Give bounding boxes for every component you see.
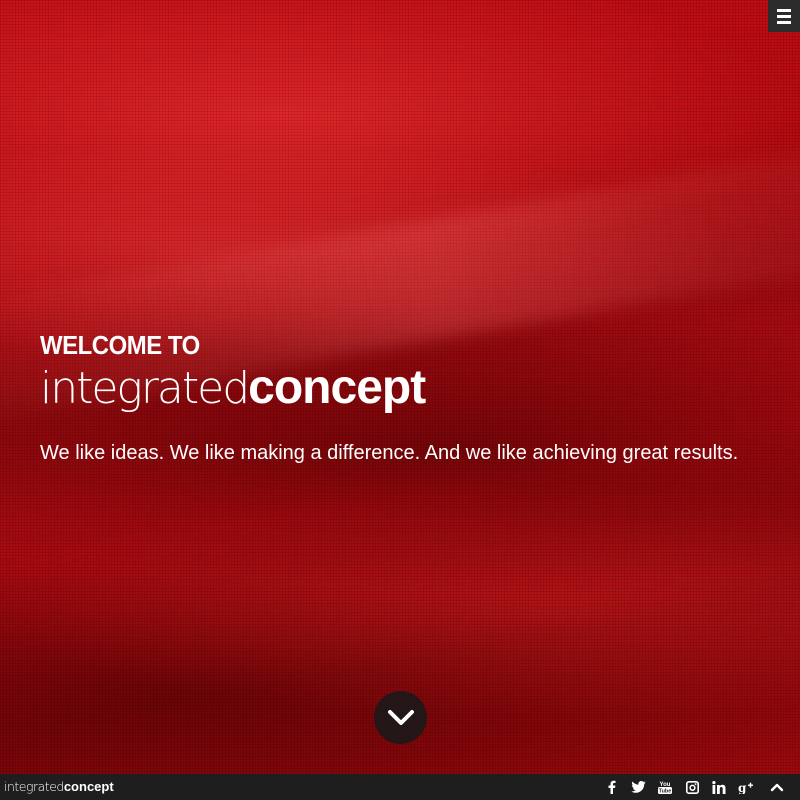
menu-line bbox=[777, 14, 791, 18]
hamburger-menu-icon[interactable] bbox=[768, 0, 800, 32]
hero-brand-bold: concept bbox=[248, 361, 426, 414]
hero-content: WELCOME TO integratedconcept We like ide… bbox=[40, 330, 770, 465]
google-plus-icon[interactable]: g bbox=[734, 774, 758, 800]
youtube-glyph: You Tube bbox=[658, 782, 672, 795]
facebook-icon[interactable] bbox=[599, 774, 623, 800]
twitter-icon[interactable] bbox=[626, 774, 650, 800]
linkedin-glyph bbox=[712, 780, 726, 794]
footer-logo[interactable]: integratedconcept bbox=[0, 774, 114, 800]
welcome-heading: WELCOME TO bbox=[40, 330, 200, 360]
hero-brand-light: integrated bbox=[40, 363, 250, 414]
social-links: You Tube g bbox=[596, 774, 800, 800]
scroll-down-button[interactable] bbox=[374, 691, 427, 744]
google-plus-glyph: g bbox=[738, 781, 753, 794]
hero-tagline: We like ideas. We like making a differen… bbox=[40, 442, 739, 464]
footer-brand-bold: concept bbox=[63, 779, 114, 794]
facebook-glyph bbox=[608, 780, 615, 794]
hero-section: WELCOME TO integratedconcept We like ide… bbox=[0, 0, 800, 774]
chevron-up-icon bbox=[770, 783, 784, 792]
footer-brand-light: integrated bbox=[4, 779, 64, 794]
svg-text:g: g bbox=[738, 781, 747, 794]
menu-line bbox=[777, 20, 791, 24]
instagram-icon[interactable] bbox=[680, 774, 704, 800]
footer-bar: integratedconcept You Tube g bbox=[0, 774, 800, 800]
hero-brand: integratedconcept bbox=[40, 362, 770, 415]
youtube-icon[interactable]: You Tube bbox=[653, 774, 677, 800]
twitter-glyph bbox=[630, 781, 646, 793]
instagram-glyph bbox=[685, 780, 699, 794]
chevron-down-icon bbox=[387, 709, 414, 725]
linkedin-icon[interactable] bbox=[707, 774, 731, 800]
menu-line bbox=[777, 8, 791, 12]
svg-text:Tube: Tube bbox=[659, 789, 672, 795]
back-to-top-button[interactable] bbox=[764, 774, 790, 800]
